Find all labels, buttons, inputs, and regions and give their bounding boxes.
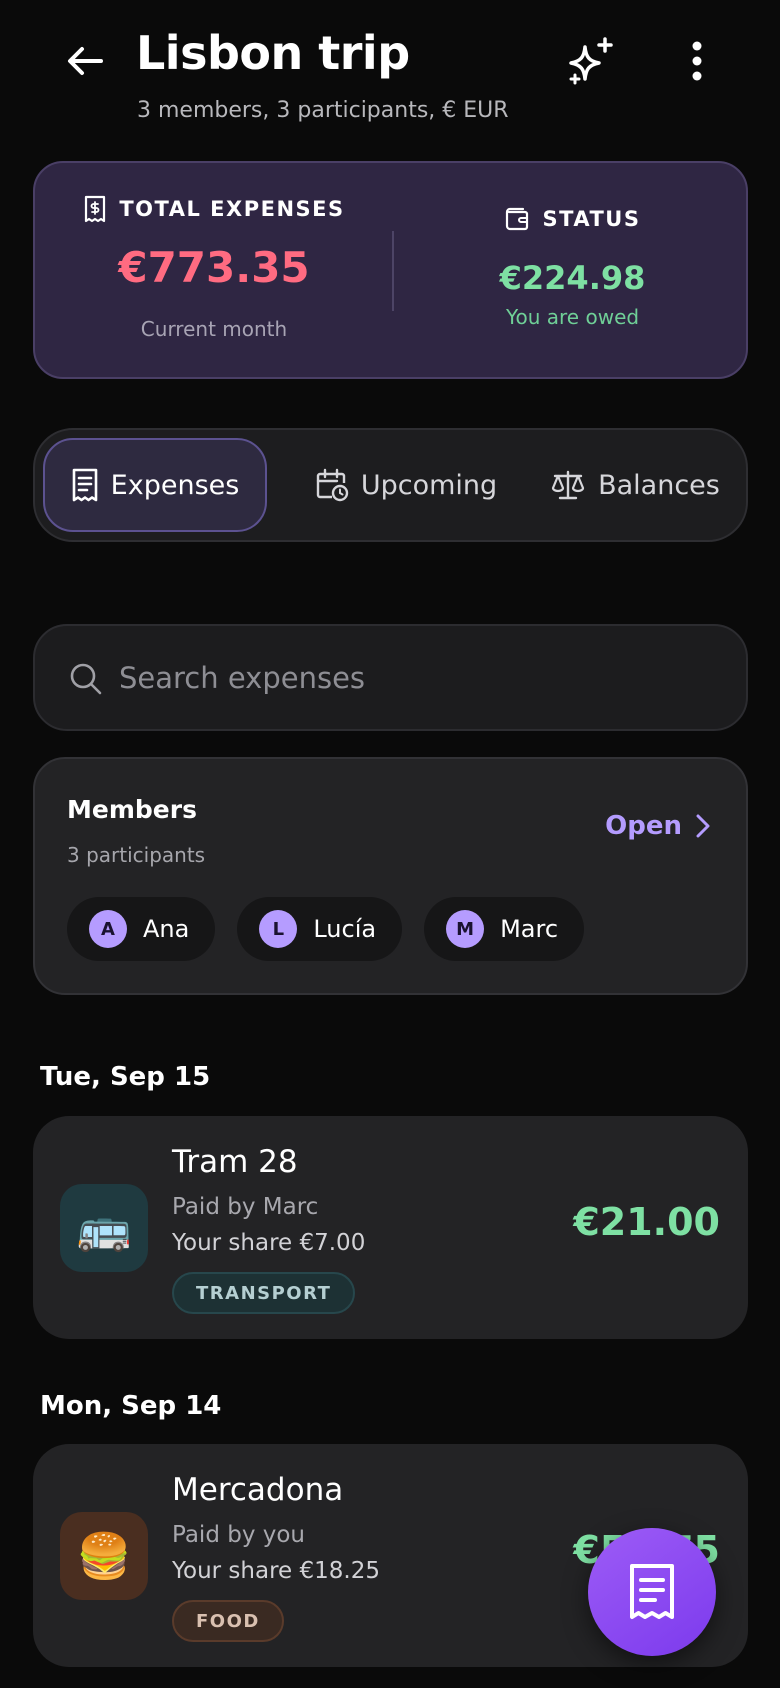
tab-expenses-label: Expenses bbox=[110, 469, 240, 501]
expense-amount: €21.00 bbox=[573, 1200, 720, 1244]
receipt-add-icon bbox=[630, 1564, 674, 1619]
expense-title: Mercadona bbox=[172, 1472, 344, 1508]
avatar: L bbox=[259, 910, 298, 948]
summary-divider bbox=[392, 231, 394, 311]
tab-balances-label: Balances bbox=[598, 469, 720, 501]
member-chip-lucia[interactable]: L Lucía bbox=[237, 897, 403, 961]
status-amount: €224.98 bbox=[499, 259, 646, 297]
member-name: Marc bbox=[500, 915, 559, 943]
expense-paid-by: Paid by you bbox=[172, 1522, 306, 1548]
status-section: STATUS €224.98 You are owed bbox=[395, 163, 750, 381]
date-header: Mon, Sep 14 bbox=[40, 1391, 222, 1421]
tab-upcoming[interactable]: Upcoming bbox=[293, 438, 519, 532]
member-chip-marc[interactable]: M Marc bbox=[424, 897, 585, 961]
total-period: Current month bbox=[140, 317, 288, 341]
sparkles-icon bbox=[569, 37, 613, 85]
app-header: Lisbon trip 3 members, 3 participants, €… bbox=[0, 0, 780, 150]
avatar: M bbox=[446, 910, 485, 948]
total-expenses-label: TOTAL EXPENSES bbox=[119, 197, 345, 221]
total-expenses-section: TOTAL EXPENSES €773.35 Current month bbox=[35, 163, 393, 381]
arrow-left-icon bbox=[68, 47, 103, 75]
search-input[interactable] bbox=[119, 652, 679, 704]
member-chips: A Ana L Lucía M Marc bbox=[67, 897, 585, 961]
page-title: Lisbon trip bbox=[136, 26, 410, 80]
member-chip-ana[interactable]: A Ana bbox=[67, 897, 216, 961]
search-icon bbox=[70, 663, 102, 695]
member-name: Ana bbox=[143, 915, 190, 943]
view-tabs: Expenses Upcoming Balances bbox=[33, 428, 748, 542]
expense-card-tram[interactable]: 🚌 Tram 28 Paid by Marc Your share €7.00 … bbox=[33, 1116, 748, 1339]
scale-icon bbox=[552, 470, 585, 500]
wallet-icon bbox=[505, 207, 528, 231]
more-vertical-icon bbox=[692, 41, 702, 81]
bus-icon: 🚌 bbox=[60, 1184, 148, 1272]
receipt-dollar-icon bbox=[85, 195, 106, 223]
members-open-label: Open bbox=[605, 811, 682, 841]
members-subtitle: 3 participants bbox=[67, 843, 206, 867]
category-tag: TRANSPORT bbox=[172, 1272, 356, 1314]
add-expense-button[interactable] bbox=[588, 1528, 716, 1656]
members-card: Members 3 participants Open A Ana L Lucí… bbox=[33, 757, 748, 995]
members-open-link[interactable]: Open bbox=[605, 811, 710, 841]
search-bar[interactable] bbox=[33, 624, 748, 731]
expense-paid-by: Paid by Marc bbox=[172, 1194, 319, 1220]
category-tag: FOOD bbox=[172, 1600, 284, 1642]
page-subtitle: 3 members, 3 participants, € EUR bbox=[137, 98, 509, 123]
expense-share: Your share €7.00 bbox=[172, 1230, 366, 1256]
status-note: You are owed bbox=[505, 305, 640, 329]
expense-share: Your share €18.25 bbox=[172, 1558, 380, 1584]
chevron-right-icon bbox=[696, 814, 710, 838]
summary-card: TOTAL EXPENSES €773.35 Current month STA… bbox=[33, 161, 748, 379]
tab-expenses[interactable]: Expenses bbox=[43, 438, 267, 532]
more-options-button[interactable] bbox=[672, 34, 722, 88]
tab-upcoming-label: Upcoming bbox=[360, 469, 498, 501]
status-label: STATUS bbox=[542, 207, 641, 231]
total-expenses-value: €773.35 bbox=[118, 243, 310, 292]
tab-balances[interactable]: Balances bbox=[535, 438, 735, 532]
expense-title: Tram 28 bbox=[172, 1144, 298, 1180]
members-title: Members bbox=[67, 795, 197, 824]
member-name: Lucía bbox=[313, 915, 377, 943]
burger-icon: 🍔 bbox=[60, 1512, 148, 1600]
ai-assistant-button[interactable] bbox=[562, 32, 620, 90]
avatar: A bbox=[89, 910, 127, 948]
receipt-icon bbox=[72, 468, 97, 502]
back-button[interactable] bbox=[60, 36, 110, 86]
date-header: Tue, Sep 15 bbox=[40, 1062, 211, 1092]
calendar-clock-icon bbox=[316, 468, 349, 502]
